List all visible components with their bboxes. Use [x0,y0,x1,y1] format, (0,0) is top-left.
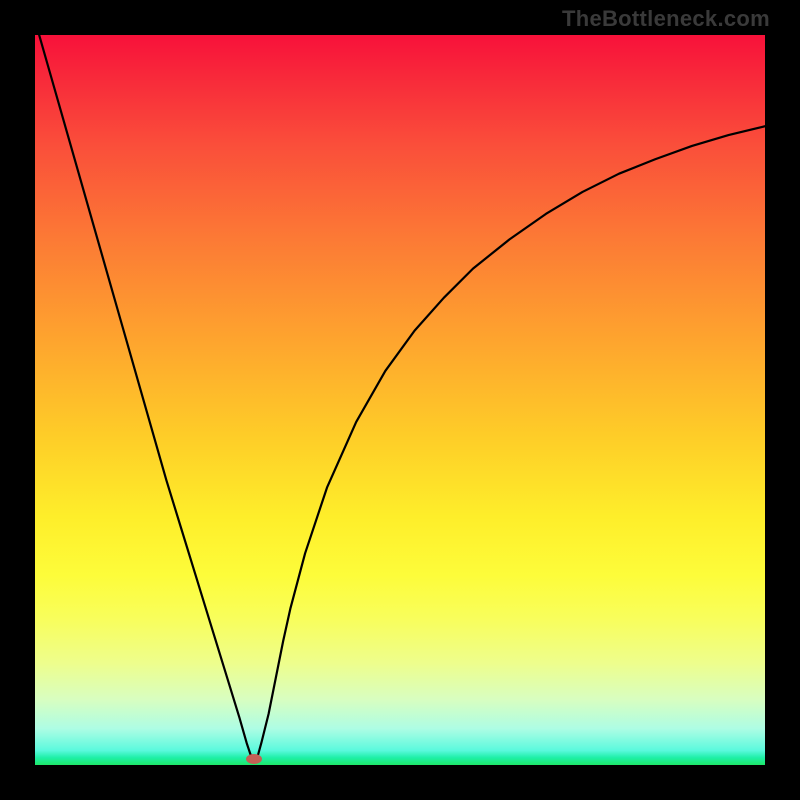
chart-frame: TheBottleneck.com [0,0,800,800]
bottleneck-curve [35,35,765,765]
plot-area [35,35,765,765]
watermark-text: TheBottleneck.com [562,6,770,32]
minimum-marker-dot [246,754,262,764]
